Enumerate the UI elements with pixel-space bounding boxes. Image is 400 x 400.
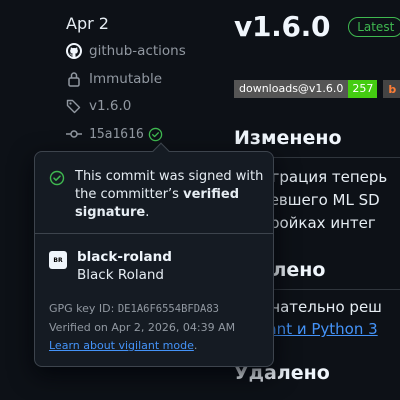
github-logo-icon: [66, 43, 82, 59]
downloads-badge-label: downloads@v1.6.0: [234, 80, 349, 98]
lock-icon: [66, 71, 82, 87]
actor-name: github-actions: [89, 43, 186, 59]
popover-divider: [35, 233, 273, 234]
tag-icon: [66, 98, 82, 114]
signer[interactable]: BR black-roland Black Roland: [49, 248, 172, 284]
downloads-badges: downloads@v1.6.0 257 b П: [234, 80, 400, 98]
signer-login[interactable]: black-roland: [77, 248, 172, 266]
vigilant-mode-link[interactable]: Learn about vigilant mode: [49, 339, 194, 352]
immutable-status: Immutable: [66, 71, 162, 87]
popover-caret: [152, 142, 170, 160]
learn-more: Learn about vigilant mode.: [49, 339, 197, 352]
signature-popover: This commit was signed with the committe…: [34, 142, 274, 367]
actor-link[interactable]: github-actions: [66, 43, 186, 59]
release-title: v1.6.0: [234, 10, 331, 43]
signer-full-name: Black Roland: [77, 267, 164, 283]
learn-suffix: .: [193, 339, 198, 352]
tag-name: v1.6.0: [89, 98, 132, 114]
signature-message-end: .: [145, 205, 150, 220]
downloads-badge-value: 257: [348, 80, 378, 98]
secondary-badge[interactable]: b П: [383, 80, 400, 98]
commit-link[interactable]: 15a1616: [66, 126, 163, 142]
git-commit-icon: [66, 126, 82, 142]
changed-heading: Изменено: [234, 127, 342, 149]
signature-message: This commit was signed with the committe…: [75, 168, 265, 222]
check-circle-icon[interactable]: [148, 127, 163, 142]
immutable-label: Immutable: [89, 71, 163, 87]
boosty-icon: b: [388, 82, 397, 96]
commit-sha: 15a1616: [89, 126, 144, 142]
verified-date: Verified on Apr 2, 2026, 04:39 AM: [49, 321, 236, 334]
release-date: Apr 2: [66, 14, 109, 33]
gpg-key-id: DE1A6F6554BFDA83: [117, 303, 220, 315]
avatar[interactable]: BR: [49, 251, 67, 269]
check-circle-icon: [49, 170, 65, 222]
gpg-key-info: GPG key ID: DE1A6F6554BFDA83: [49, 302, 219, 315]
tag-link[interactable]: v1.6.0: [66, 98, 131, 114]
gpg-key-label: GPG key ID:: [49, 302, 118, 315]
latest-badge: Latest: [348, 16, 400, 37]
